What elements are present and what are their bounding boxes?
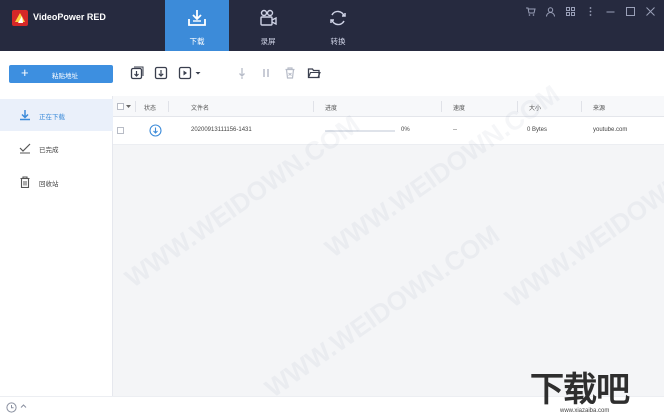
open-folder-icon[interactable] bbox=[307, 66, 321, 80]
table-header: 状态 文件名 进度 速度 大小 来源 bbox=[113, 96, 664, 117]
chevron-up-icon[interactable] bbox=[20, 403, 27, 409]
column-source[interactable]: 来源 bbox=[593, 103, 605, 112]
row-speed: -- bbox=[453, 127, 457, 133]
download-arrow-icon bbox=[20, 110, 30, 121]
site-url: www.xiazaiba.com bbox=[560, 408, 610, 414]
window-controls bbox=[525, 5, 656, 17]
watermark: WWW.WEIDOWN.COM bbox=[499, 128, 664, 314]
tab-screen-record-label: 录屏 bbox=[260, 37, 276, 46]
column-filename[interactable]: 文件名 bbox=[191, 103, 209, 112]
tab-download-label: 下载 bbox=[189, 37, 205, 46]
row-filename: 20200913111156-1431 bbox=[191, 127, 252, 133]
row-source: youtube.com bbox=[593, 127, 628, 133]
download-tray-icon bbox=[188, 10, 206, 26]
user-icon[interactable] bbox=[545, 6, 556, 17]
row-progress-text: 0% bbox=[401, 127, 410, 133]
download-batch-icon[interactable] bbox=[154, 66, 168, 80]
check-done-icon bbox=[19, 143, 31, 154]
download-circle-icon bbox=[149, 124, 162, 137]
sidebar-item-label: 已完成 bbox=[39, 147, 59, 154]
progress-bar bbox=[325, 130, 395, 132]
resume-icon[interactable] bbox=[235, 66, 249, 80]
dropdown-icon[interactable] bbox=[194, 66, 202, 80]
pause-icon[interactable] bbox=[259, 66, 273, 80]
chevron-down-icon[interactable] bbox=[126, 105, 131, 109]
plus-icon: + bbox=[21, 65, 29, 80]
app-logo-icon bbox=[12, 10, 28, 26]
column-speed[interactable]: 速度 bbox=[453, 103, 465, 112]
sidebar-item-label: 回收站 bbox=[39, 181, 59, 188]
cart-icon[interactable] bbox=[525, 6, 536, 17]
title-bar: VideoPower RED 下载 录屏 转换 bbox=[0, 0, 664, 51]
column-progress[interactable]: 进度 bbox=[325, 103, 337, 112]
sidebar-item-completed[interactable]: 已完成 bbox=[0, 132, 113, 164]
trash-icon bbox=[20, 176, 30, 188]
sidebar-item-recycle-bin[interactable]: 回收站 bbox=[0, 166, 113, 198]
convert-arrows-icon bbox=[330, 10, 346, 26]
more-icon[interactable] bbox=[585, 6, 596, 17]
video-camera-icon bbox=[260, 9, 277, 26]
tab-screen-record[interactable]: 录屏 bbox=[236, 0, 300, 51]
table-row[interactable]: 20200913111156-1431 0% -- 0 Bytes youtub… bbox=[113, 117, 664, 145]
row-size: 0 Bytes bbox=[527, 127, 548, 133]
column-size[interactable]: 大小 bbox=[529, 103, 541, 112]
clock-icon[interactable] bbox=[6, 402, 17, 413]
paste-url-button[interactable]: + 粘贴地址 bbox=[9, 65, 113, 83]
tab-download[interactable]: 下载 bbox=[165, 0, 229, 51]
app-name: VideoPower RED bbox=[33, 12, 106, 22]
download-options-icon[interactable] bbox=[178, 66, 192, 80]
tab-convert[interactable]: 转换 bbox=[306, 0, 370, 51]
close-icon[interactable] bbox=[645, 6, 656, 17]
select-all-checkbox[interactable] bbox=[117, 103, 124, 110]
watermark: WWW.WEIDOWN.COM bbox=[259, 218, 505, 404]
delete-icon[interactable] bbox=[283, 66, 297, 80]
column-status[interactable]: 状态 bbox=[144, 103, 156, 112]
grid-menu-icon[interactable] bbox=[565, 6, 576, 17]
site-logo: 下载吧 bbox=[530, 371, 630, 409]
toolbar: + 粘贴地址 bbox=[0, 51, 664, 96]
minimize-icon[interactable] bbox=[605, 6, 616, 17]
paste-url-label: 粘贴地址 bbox=[52, 73, 78, 80]
sidebar-item-downloading[interactable]: 正在下载 bbox=[0, 99, 113, 131]
tab-convert-label: 转换 bbox=[330, 37, 346, 46]
sidebar-item-label: 正在下载 bbox=[39, 114, 65, 121]
sidebar: 正在下载 已完成 回收站 bbox=[0, 96, 113, 396]
download-table: 状态 文件名 进度 速度 大小 来源 20200913111156-1431 0… bbox=[113, 79, 664, 403]
download-playlist-icon[interactable] bbox=[130, 66, 144, 80]
maximize-icon[interactable] bbox=[625, 6, 636, 17]
row-checkbox[interactable] bbox=[117, 127, 124, 134]
